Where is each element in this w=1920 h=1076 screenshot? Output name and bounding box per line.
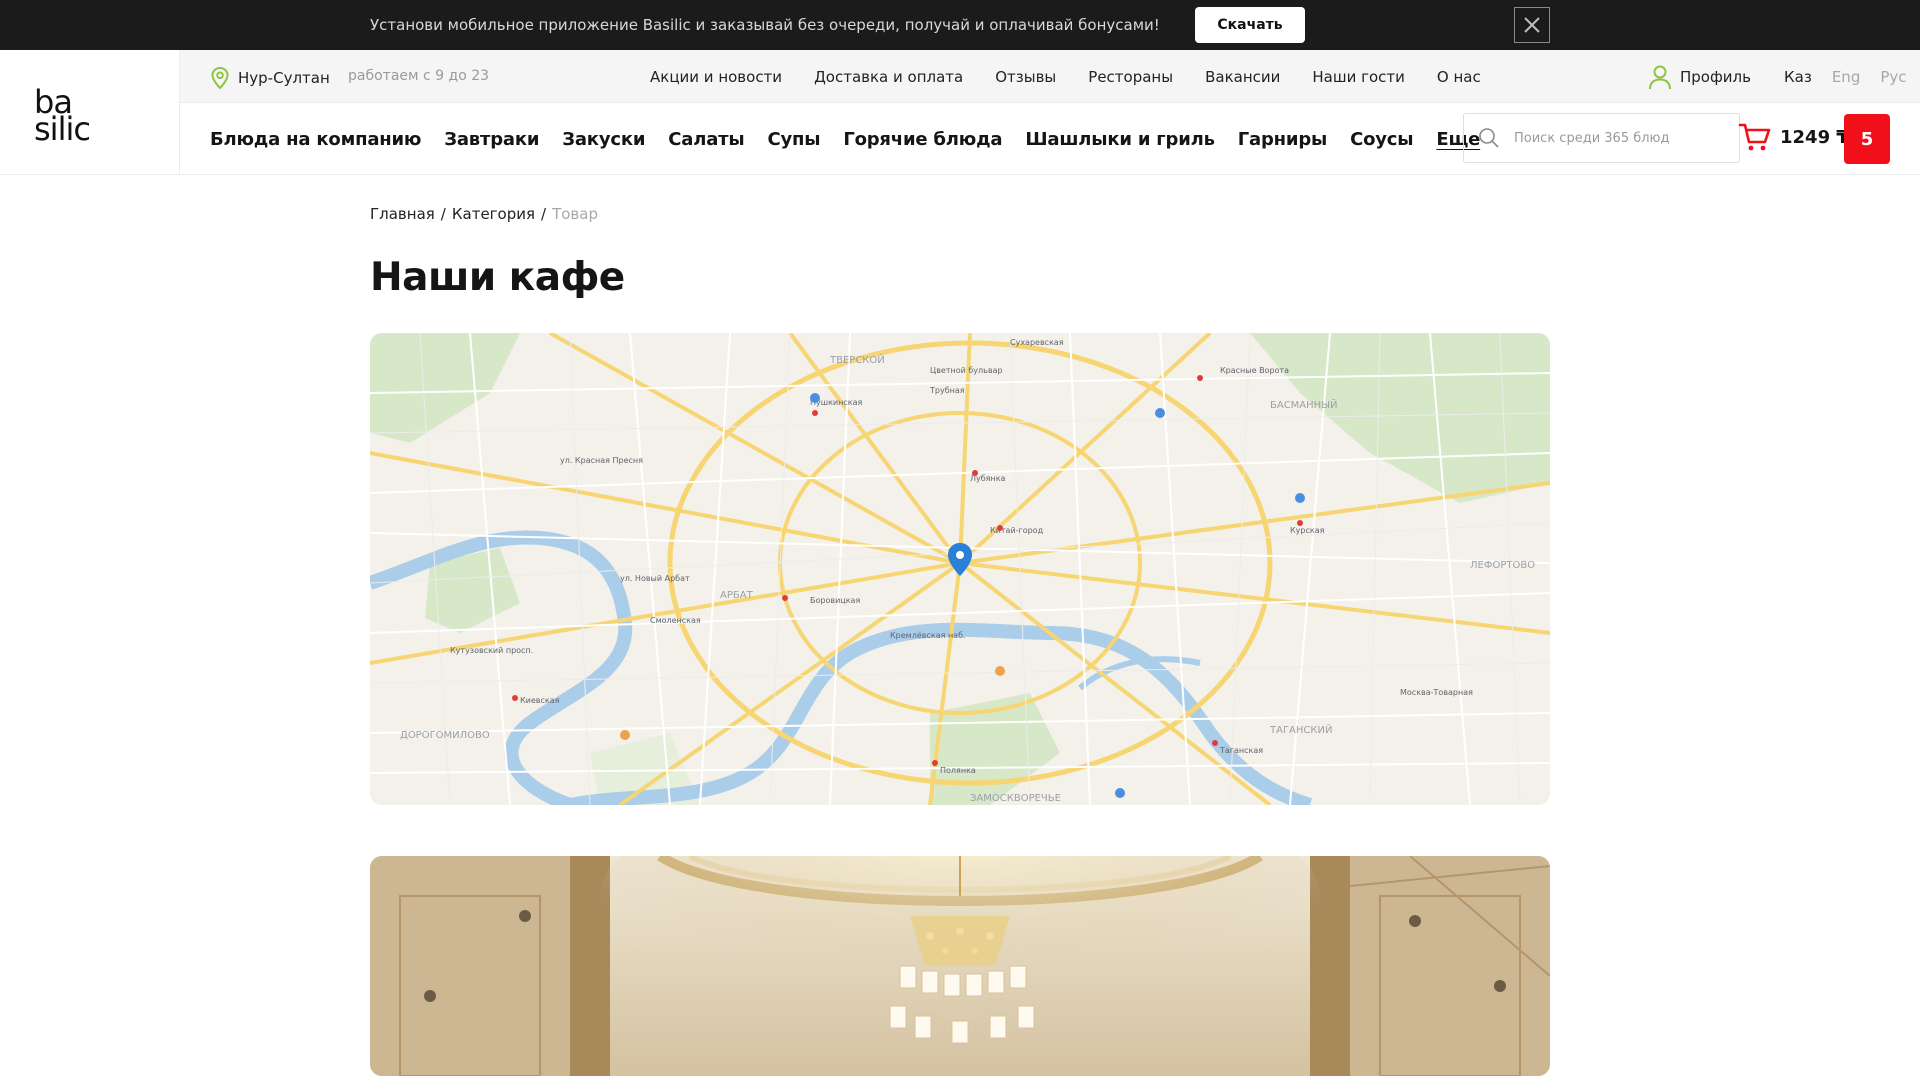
cafe-interior-photo	[370, 856, 1550, 1076]
map-district-label: ЗАМОСКВОРЕЧЬЕ	[970, 793, 1061, 804]
page-title: Наши кафе	[370, 255, 625, 300]
info-nav: Акции и новости Доставка и оплата Отзывы…	[650, 68, 1481, 86]
profile-link[interactable]: Профиль	[1648, 64, 1751, 90]
map-street-label: ул. Новый Арбат	[620, 574, 690, 583]
language-switcher: Каз Eng Рус	[1784, 68, 1907, 86]
map-street-label: Москва-Товарная	[1400, 688, 1473, 697]
map-district-label: АРБАТ	[720, 590, 754, 601]
map-street-label: Кремлёвская наб.	[890, 631, 966, 640]
map-district-label: ЛЕФОРТОВО	[1470, 560, 1535, 571]
logo[interactable]: ba silic	[34, 86, 91, 148]
search-icon	[1479, 128, 1499, 148]
cart-count-badge[interactable]: 5	[1844, 114, 1890, 164]
cafe-interior-illustration	[370, 856, 1550, 1076]
category-snacks[interactable]: Закуски	[562, 129, 645, 150]
category-grill[interactable]: Шашлыки и гриль	[1025, 129, 1215, 150]
lang-rus[interactable]: Рус	[1880, 68, 1906, 86]
cafes-map[interactable]: ТВЕРСКОЙ БАСМАННЫЙ АРБАТ ДОРОГОМИЛОВО ТА…	[370, 333, 1550, 805]
download-app-button[interactable]: Скачать	[1195, 7, 1305, 43]
nav-link-about[interactable]: О нас	[1437, 68, 1481, 86]
map-district-label: ТАГАНСКИЙ	[1269, 723, 1332, 736]
lang-eng[interactable]: Eng	[1832, 68, 1861, 86]
map-street-label: Киевская	[520, 696, 560, 705]
breadcrumb: Главная / Категория / Товар	[370, 205, 598, 223]
nav-link-promotions[interactable]: Акции и новости	[650, 68, 782, 86]
location-pin-icon	[211, 66, 229, 90]
search-input[interactable]	[1512, 129, 1732, 147]
map-street-label: Смоленская	[650, 616, 701, 625]
cart-icon[interactable]	[1738, 121, 1772, 157]
close-icon[interactable]	[1514, 7, 1550, 43]
category-breakfast[interactable]: Завтраки	[444, 129, 539, 150]
map-street-label: Боровицкая	[810, 596, 860, 605]
promo-text: Установи мобильное приложение Basilic и …	[370, 16, 1160, 34]
category-sauces[interactable]: Соусы	[1350, 129, 1413, 150]
category-salads[interactable]: Салаты	[668, 129, 744, 150]
profile-label: Профиль	[1680, 68, 1751, 86]
working-hours: работаем с 9 до 23	[348, 68, 490, 84]
category-hot-dishes[interactable]: Горячие блюда	[843, 129, 1002, 150]
category-party-dishes[interactable]: Блюда на компанию	[210, 129, 421, 150]
map-street-label: Курская	[1290, 526, 1325, 535]
nav-link-reviews[interactable]: Отзывы	[995, 68, 1056, 86]
category-sides[interactable]: Гарниры	[1238, 129, 1328, 150]
map-street-label: ул. Красная Пресня	[560, 456, 643, 465]
map-canvas: ТВЕРСКОЙ БАСМАННЫЙ АРБАТ ДОРОГОМИЛОВО ТА…	[370, 333, 1550, 805]
search-box	[1463, 113, 1740, 163]
site-header: ba silic Нур-Султан работаем с 9 до 23 А…	[0, 50, 1920, 175]
map-district-label: БАСМАННЫЙ	[1270, 398, 1338, 411]
category-soups[interactable]: Супы	[767, 129, 820, 150]
cart-total[interactable]: 1249 ₸	[1780, 127, 1849, 148]
map-street-label: Цветной бульвар	[930, 366, 1003, 375]
nav-link-restaurants[interactable]: Рестораны	[1088, 68, 1173, 86]
category-bar: Блюда на компанию Завтраки Закуски Салат…	[180, 103, 1920, 175]
city-selector[interactable]: Нур-Султан	[210, 66, 330, 90]
map-street-label: Красные Ворота	[1220, 366, 1289, 375]
user-icon	[1649, 65, 1671, 90]
logo-line-2: silic	[34, 110, 91, 148]
map-street-label: Полянка	[940, 766, 976, 775]
logo-cell: ba silic	[0, 50, 180, 175]
map-street-label: Кутузовский просп.	[450, 646, 533, 655]
nav-link-guests[interactable]: Наши гости	[1312, 68, 1405, 86]
map-street-label: Сухаревская	[1010, 338, 1064, 347]
map-district-label: ТВЕРСКОЙ	[829, 353, 885, 366]
map-district-label: ДОРОГОМИЛОВО	[400, 730, 490, 741]
nav-link-vacancies[interactable]: Вакансии	[1205, 68, 1280, 86]
top-bar: Нур-Султан работаем с 9 до 23 Акции и но…	[180, 50, 1920, 103]
category-nav: Блюда на компанию Завтраки Закуски Салат…	[210, 129, 1480, 150]
breadcrumb-home[interactable]: Главная	[370, 205, 435, 223]
lang-kaz[interactable]: Каз	[1784, 68, 1812, 86]
map-street-label: Таганская	[1219, 746, 1263, 755]
app-promo-banner: Установи мобильное приложение Basilic и …	[0, 0, 1920, 50]
breadcrumb-category[interactable]: Категория	[452, 205, 535, 223]
breadcrumb-current: Товар	[552, 205, 598, 223]
nav-link-delivery[interactable]: Доставка и оплата	[814, 68, 963, 86]
map-street-label: Трубная	[929, 386, 965, 395]
city-name: Нур-Султан	[238, 69, 330, 87]
